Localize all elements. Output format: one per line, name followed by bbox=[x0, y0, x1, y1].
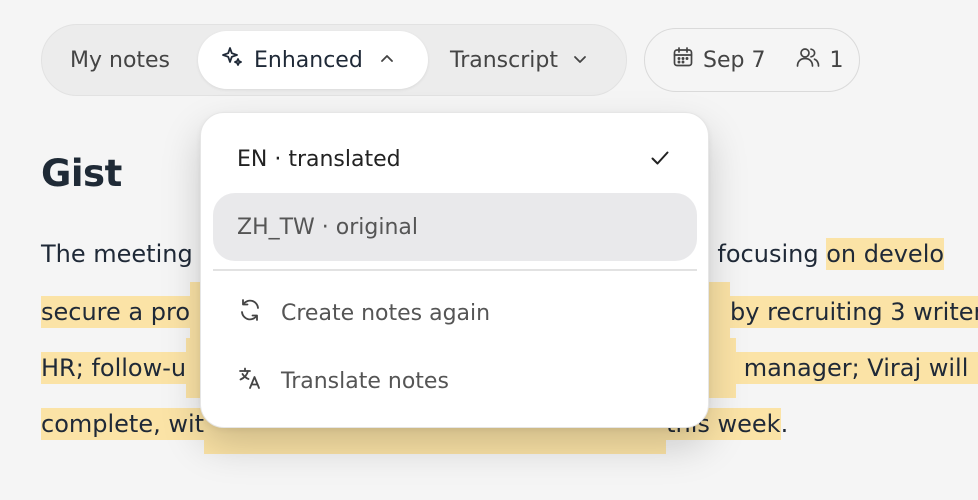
chevron-up-icon bbox=[379, 48, 395, 73]
menu-item-label: Create notes again bbox=[281, 300, 491, 326]
tab-my-notes[interactable]: My notes bbox=[70, 31, 170, 89]
paragraph-text: . bbox=[780, 410, 789, 438]
menu-item-translate-notes[interactable]: Translate notes bbox=[213, 347, 697, 415]
tab-my-notes-label: My notes bbox=[70, 47, 171, 73]
calendar-icon bbox=[671, 45, 695, 75]
notes-view: My notes Enhanced Transcript Sep 7 1 Gis… bbox=[0, 0, 978, 500]
highlighted-text: secure a pro bbox=[41, 296, 191, 328]
refresh-icon bbox=[237, 297, 263, 329]
check-icon bbox=[649, 147, 671, 175]
menu-item-label: Translate notes bbox=[281, 368, 449, 394]
menu-item-label: ZH_TW · original bbox=[237, 214, 419, 240]
highlighted-text: complete, wit bbox=[41, 408, 205, 440]
participant-count: 1 bbox=[829, 47, 844, 73]
tab-enhanced-label: Enhanced bbox=[254, 47, 363, 73]
paragraph-text: The meeting bbox=[41, 240, 193, 268]
highlighted-text: HR; follow-u bbox=[41, 352, 187, 384]
menu-item-create-notes-again[interactable]: Create notes again bbox=[213, 279, 697, 347]
tab-transcript[interactable]: Transcript bbox=[450, 31, 588, 89]
chevron-down-icon bbox=[572, 48, 588, 73]
section-title: Gist bbox=[41, 152, 122, 195]
view-tabs: My notes Enhanced Transcript bbox=[41, 24, 627, 96]
translate-icon bbox=[237, 365, 263, 397]
sparkle-icon bbox=[220, 45, 244, 75]
tab-enhanced[interactable]: Enhanced bbox=[198, 31, 428, 89]
menu-item-zh-original[interactable]: ZH_TW · original bbox=[213, 193, 697, 261]
menu-item-label: EN · translated bbox=[237, 146, 401, 172]
people-icon bbox=[795, 45, 821, 75]
menu-divider bbox=[213, 269, 697, 271]
enhanced-dropdown-menu: EN · translated ZH_TW · original Create … bbox=[200, 112, 709, 428]
highlighted-text: manager; Viraj will no bbox=[736, 352, 978, 384]
highlighted-text: on develo bbox=[826, 238, 945, 270]
meeting-meta[interactable]: Sep 7 1 bbox=[644, 28, 860, 92]
menu-item-en-translated[interactable]: EN · translated bbox=[213, 125, 697, 193]
highlighted-text: by recruiting 3 writers bbox=[730, 296, 978, 328]
tab-transcript-label: Transcript bbox=[450, 47, 558, 73]
meeting-date: Sep 7 bbox=[703, 47, 766, 73]
